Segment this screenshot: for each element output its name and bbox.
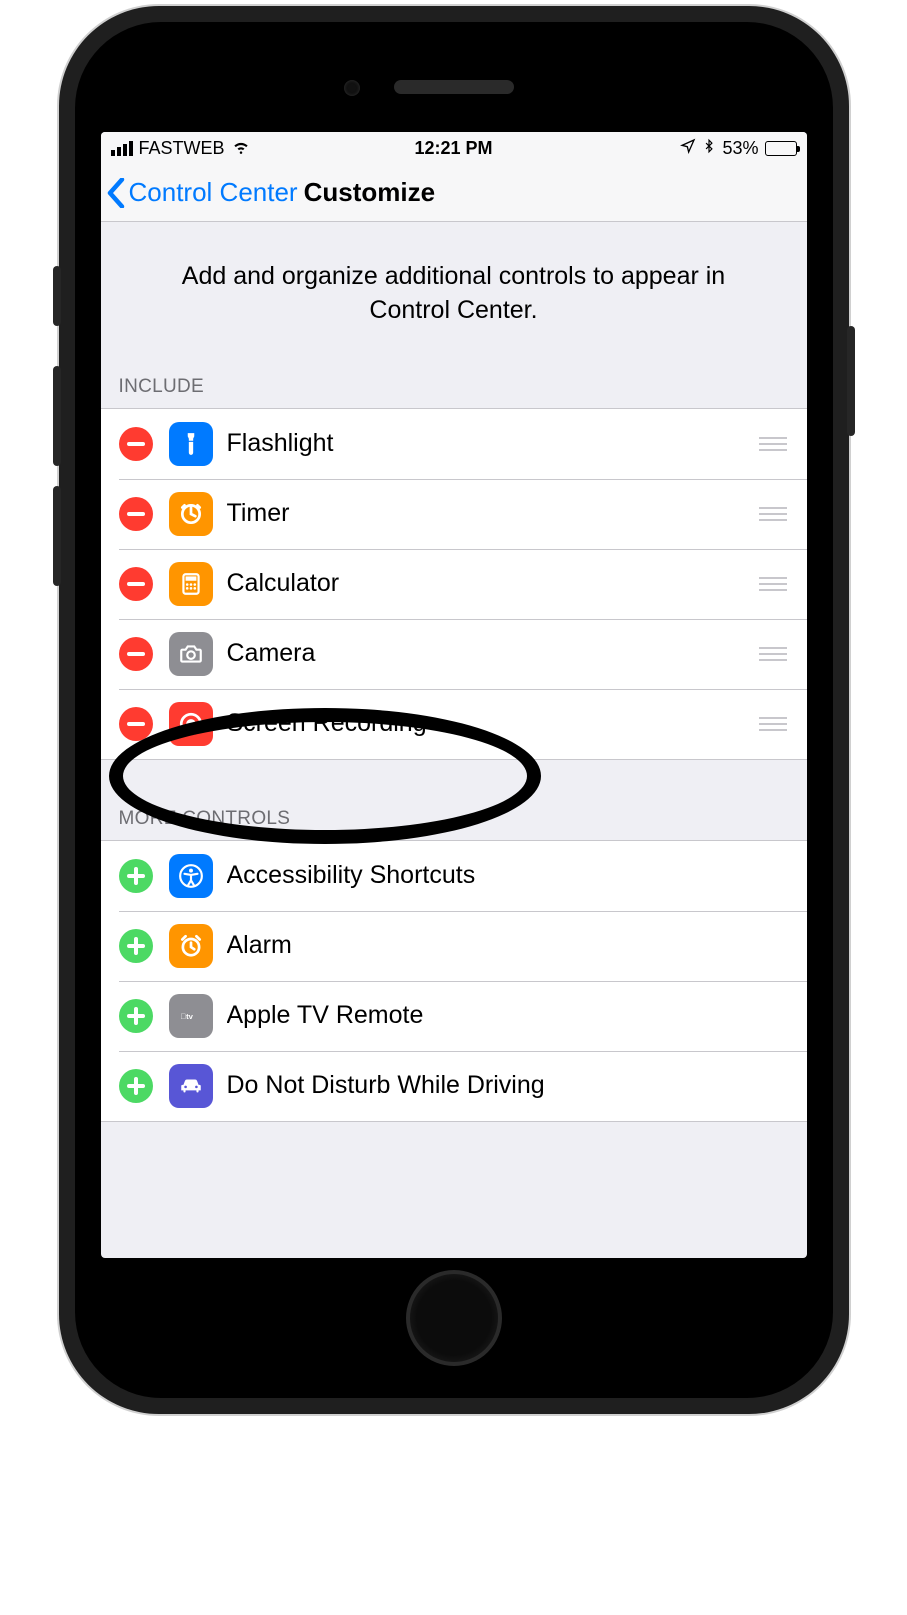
volume-up-button [53,366,61,466]
screen: FASTWEB 12:21 PM 53% [101,132,807,1258]
section-header-include: Include [101,368,807,408]
item-label: Do Not Disturb While Driving [227,1071,789,1100]
item-label: Camera [227,639,747,668]
battery-icon [765,141,797,156]
add-button[interactable] [119,999,153,1033]
item-label: Accessibility Shortcuts [227,861,789,890]
page-description: Add and organize additional controls to … [101,222,807,368]
include-list: Flashlight Timer Calculator Camera Screen Re… [101,408,807,760]
reorder-handle[interactable] [757,647,789,661]
nav-bar: Control Center Customize [101,164,807,222]
remove-button[interactable] [119,427,153,461]
reorder-handle[interactable] [757,507,789,521]
add-button[interactable] [119,929,153,963]
section-header-more: More Controls [101,800,807,840]
calculator-icon [169,562,213,606]
reorder-handle[interactable] [757,577,789,591]
list-item: Do Not Disturb While Driving [101,1051,807,1121]
bluetooth-icon [702,137,716,160]
earpiece [394,80,514,94]
record-icon [169,702,213,746]
camera-icon [169,632,213,676]
power-button [847,326,855,436]
back-label: Control Center [129,177,298,208]
battery-percent: 53% [722,138,758,159]
reorder-handle[interactable] [757,437,789,451]
item-label: Timer [227,499,747,528]
list-item: Flashlight [101,409,807,479]
volume-down-button [53,486,61,586]
list-item: Screen Recording [101,689,807,759]
item-label: Calculator [227,569,747,598]
reorder-handle[interactable] [757,717,789,731]
list-item: Alarm [101,911,807,981]
item-label: Alarm [227,931,789,960]
more-controls-list: Accessibility Shortcuts Alarm tv Apple TV … [101,840,807,1122]
front-camera [344,80,360,96]
remove-button[interactable] [119,497,153,531]
item-label: Apple TV Remote [227,1001,789,1030]
list-item: Timer [101,479,807,549]
remove-button[interactable] [119,567,153,601]
list-item: Accessibility Shortcuts [101,841,807,911]
appletv-icon: tv [169,994,213,1038]
remove-button[interactable] [119,707,153,741]
flashlight-icon [169,422,213,466]
item-label: Flashlight [227,429,747,458]
mute-switch [53,266,61,326]
list-item: Calculator [101,549,807,619]
chevron-left-icon [107,178,125,208]
car-icon [169,1064,213,1108]
add-button[interactable] [119,859,153,893]
home-button[interactable] [406,1270,502,1366]
phone-frame: FASTWEB 12:21 PM 53% [59,6,849,1414]
timer-icon [169,492,213,536]
location-icon [680,138,696,159]
list-item: tv Apple TV Remote [101,981,807,1051]
alarm-icon [169,924,213,968]
item-label: Screen Recording [227,709,747,738]
list-item: Camera [101,619,807,689]
remove-button[interactable] [119,637,153,671]
accessibility-icon [169,854,213,898]
back-button[interactable]: Control Center [107,177,298,208]
page-title: Customize [304,177,435,208]
add-button[interactable] [119,1069,153,1103]
svg-text:tv: tv [180,1011,193,1020]
status-bar: FASTWEB 12:21 PM 53% [101,132,807,164]
